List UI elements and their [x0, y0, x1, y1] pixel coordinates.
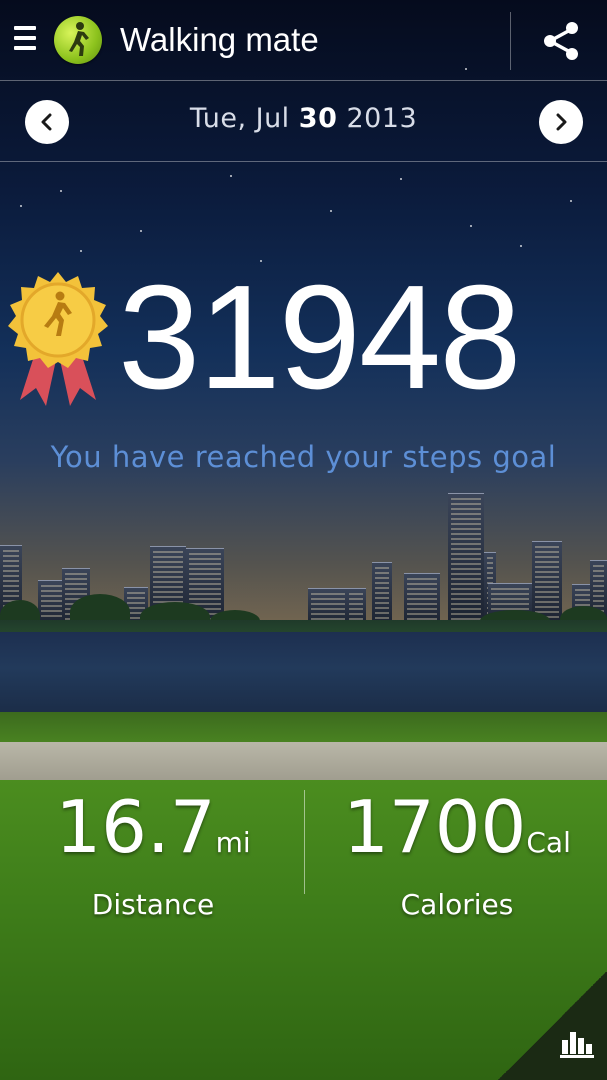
- chevron-right-icon: [556, 113, 567, 131]
- bar-chart-icon[interactable]: [560, 1026, 594, 1058]
- skyline-building: [404, 573, 440, 626]
- walking-path: [0, 742, 607, 782]
- skyline-building: [372, 562, 392, 626]
- calories-unit: Cal: [526, 826, 571, 859]
- app-title: Walking mate: [120, 21, 319, 58]
- calories-value: 1700: [343, 785, 527, 869]
- calories-value-row: 1700Cal: [307, 786, 607, 884]
- step-count: 31948: [118, 255, 522, 420]
- date-navigator: Tue, Jul 30 2013: [0, 81, 607, 162]
- date-label: Tue, Jul 30 2013: [189, 103, 418, 134]
- medal-icon: [6, 270, 110, 408]
- goal-message: You have reached your steps goal: [50, 440, 557, 474]
- action-bar-divider: [510, 12, 511, 70]
- menu-icon[interactable]: [14, 26, 36, 54]
- action-bar: Walking mate: [0, 0, 607, 81]
- next-day-button[interactable]: [539, 100, 583, 144]
- skyline-building: [448, 493, 484, 626]
- share-icon[interactable]: [538, 18, 584, 64]
- calories-label: Calories: [400, 888, 514, 921]
- distance-value: 16.7: [55, 785, 216, 869]
- walking-person-icon[interactable]: [54, 16, 102, 64]
- distance-unit: mi: [215, 826, 251, 859]
- distance-value-row: 16.7mi: [3, 786, 303, 884]
- date-day: 30: [298, 103, 338, 134]
- distance-stat: 16.7mi Distance: [3, 786, 303, 921]
- stats-divider: [304, 790, 305, 894]
- lake: [0, 632, 607, 722]
- distance-label: Distance: [91, 888, 215, 921]
- calories-stat: 1700Cal Calories: [307, 786, 607, 921]
